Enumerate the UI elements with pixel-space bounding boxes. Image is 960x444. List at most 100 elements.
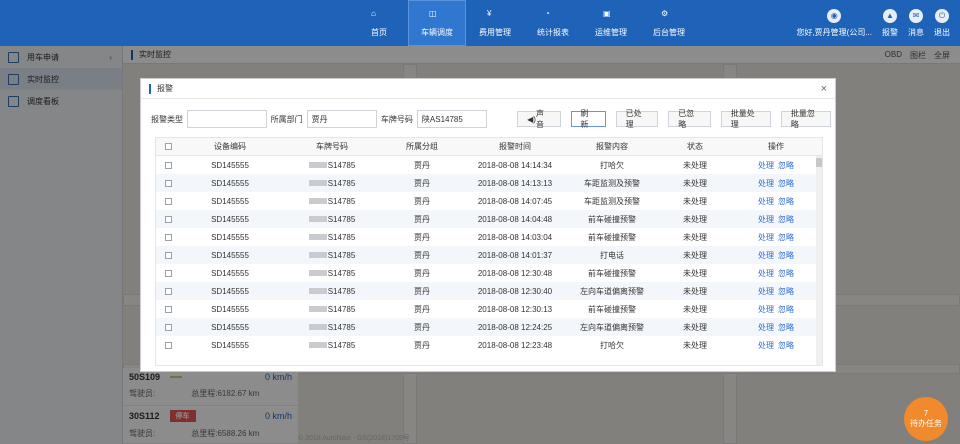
masked-plate [308, 234, 327, 241]
alarm-icon: ▲ [883, 8, 897, 23]
row-checkbox[interactable] [164, 233, 172, 241]
dialog-header: 报警 [141, 79, 835, 99]
row-checkbox[interactable] [164, 161, 172, 169]
nav-cost-management[interactable]: ¥ 费用管理 [466, 0, 524, 46]
ignore-link[interactable]: 忽略 [778, 197, 794, 206]
money-icon: ¥ [487, 8, 492, 18]
todo-badge[interactable]: 7 待办任务 [904, 397, 948, 441]
table-header: 设备编码 车牌号码 所属分组 报警时间 报警内容 状态 操作 [156, 138, 822, 156]
speaker-icon: ◀) [527, 114, 536, 124]
process-link[interactable]: 处理 [758, 233, 774, 242]
row-checkbox[interactable] [164, 323, 172, 331]
alarm-dialog: 报警 × 报警类型 所属部门 贾丹 车牌号码 陕AS14785 ◀) 声音 刷新 … [140, 78, 836, 372]
user-menu[interactable]: ◉ 您好,贾丹管理(公司... [796, 8, 872, 38]
exit-button[interactable]: ⏻ 退出 [934, 8, 950, 38]
processed-button[interactable]: 已处理 [615, 109, 659, 129]
masked-plate [308, 162, 327, 169]
process-link[interactable]: 处理 [758, 161, 774, 170]
chart-icon: ◔ [545, 8, 550, 18]
table-body: SD145555 S14785 贾丹 2018-08-08 14:14:34 打哈欠 未处… [156, 156, 822, 354]
table-row[interactable]: SD145555 S14785 贾丹 2018-08-08 12:24:25 左向车道偏… [156, 318, 822, 336]
ignore-link[interactable]: 忽略 [778, 341, 794, 350]
ignore-link[interactable]: 忽略 [778, 269, 794, 278]
process-link[interactable]: 处理 [758, 305, 774, 314]
table-row[interactable]: SD145555 S14785 贾丹 2018-08-08 12:30:13 前车碰撞预… [156, 300, 822, 318]
scrollbar-thumb[interactable] [816, 158, 822, 167]
batch-ignore-button[interactable]: 批量忽略 [780, 109, 832, 129]
row-checkbox[interactable] [164, 305, 172, 313]
row-checkbox[interactable] [164, 179, 172, 187]
dialog-accent [149, 83, 151, 94]
process-link[interactable]: 处理 [758, 197, 774, 206]
gear-icon: ⚙ [661, 8, 669, 18]
masked-plate [308, 198, 327, 205]
message-icon: ✉ [909, 8, 923, 23]
row-checkbox[interactable] [164, 269, 172, 277]
select-all-checkbox[interactable] [164, 143, 172, 150]
table-row[interactable]: SD145555 S14785 贾丹 2018-08-08 12:23:48 打哈欠 未处… [156, 336, 822, 354]
ignore-link[interactable]: 忽略 [778, 287, 794, 296]
alarm-type-input[interactable] [187, 110, 267, 128]
table-row[interactable]: SD145555 S14785 贾丹 2018-08-08 14:13:13 车距监测及… [156, 174, 822, 192]
exit-icon: ⏻ [935, 8, 949, 23]
nav-admin[interactable]: ⚙ 后台管理 [640, 0, 698, 46]
masked-plate [308, 252, 327, 259]
alarm-table: 设备编码 车牌号码 所属分组 报警时间 报警内容 状态 操作 SD145555 S… [155, 137, 823, 366]
sound-button[interactable]: ◀) 声音 [517, 109, 561, 129]
masked-plate [308, 306, 327, 313]
ignore-link[interactable]: 忽略 [778, 251, 794, 260]
table-row[interactable]: SD145555 S14785 贾丹 2018-08-08 14:14:34 打哈欠 未处… [156, 156, 822, 174]
row-checkbox[interactable] [164, 341, 172, 349]
home-icon: ⌂ [371, 8, 376, 18]
ignore-link[interactable]: 忽略 [778, 323, 794, 332]
nav-statistics[interactable]: ◔ 统计报表 [524, 0, 582, 46]
table-row[interactable]: SD145555 S14785 贾丹 2018-08-08 14:04:48 前车碰撞预… [156, 210, 822, 228]
table-row[interactable]: SD145555 S14785 贾丹 2018-08-08 12:30:48 前车碰撞预… [156, 264, 822, 282]
ignore-link[interactable]: 忽略 [778, 233, 794, 242]
map-copyright: © 2018 AutoNavi - GS(2018)1709号 [298, 435, 410, 442]
department-input[interactable]: 贾丹 [306, 110, 377, 128]
user-area: ◉ 您好,贾丹管理(公司... ▲ 报警 ✉ 消息 ⏻ 退出 [796, 0, 960, 46]
masked-plate [308, 324, 327, 331]
process-link[interactable]: 处理 [758, 323, 774, 332]
row-checkbox[interactable] [164, 287, 172, 295]
table-row[interactable]: SD145555 S14785 贾丹 2018-08-08 14:03:04 前车碰撞预… [156, 228, 822, 246]
ignore-link[interactable]: 忽略 [778, 179, 794, 188]
masked-plate [308, 342, 327, 349]
message-button[interactable]: ✉ 消息 [908, 8, 924, 38]
row-checkbox[interactable] [164, 197, 172, 205]
masked-plate [308, 288, 327, 295]
alarm-button[interactable]: ▲ 报警 [882, 8, 898, 38]
refresh-button[interactable]: 刷新 [570, 109, 606, 129]
process-link[interactable]: 处理 [758, 179, 774, 188]
layers-icon: ◫ [429, 8, 437, 18]
batch-process-button[interactable]: 批量处理 [720, 109, 771, 129]
monitor-icon: ▣ [603, 8, 611, 18]
ignore-link[interactable]: 忽略 [778, 215, 794, 224]
nav-vehicle-dispatch[interactable]: ◫ 车辆调度 [408, 0, 466, 46]
main-nav: ⌂ 首页 ◫ 车辆调度 ¥ 费用管理 ◔ 统计报表 ▣ 运维管理 ⚙ 后台管理 [350, 0, 698, 46]
process-link[interactable]: 处理 [758, 251, 774, 260]
ignore-link[interactable]: 忽略 [778, 161, 794, 170]
masked-plate [308, 180, 327, 187]
table-row[interactable]: SD145555 S14785 贾丹 2018-08-08 14:01:37 打电话 未处… [156, 246, 822, 264]
ignore-link[interactable]: 忽略 [778, 305, 794, 314]
process-link[interactable]: 处理 [758, 269, 774, 278]
plate-input[interactable]: 陕AS14785 [416, 110, 488, 128]
avatar-icon: ◉ [827, 8, 842, 23]
masked-plate [308, 270, 327, 277]
row-checkbox[interactable] [164, 215, 172, 223]
top-navigation-bar: ⌂ 首页 ◫ 车辆调度 ¥ 费用管理 ◔ 统计报表 ▣ 运维管理 ⚙ 后台管理 ◉ 您好,贾丹… [0, 0, 960, 46]
process-link[interactable]: 处理 [758, 215, 774, 224]
filter-bar: 报警类型 所属部门 贾丹 车牌号码 陕AS14785 ◀) 声音 刷新 已处理 已… [151, 109, 832, 129]
nav-home[interactable]: ⌂ 首页 [350, 0, 408, 46]
table-row[interactable]: SD145555 S14785 贾丹 2018-08-08 12:30:40 左向车道偏… [156, 282, 822, 300]
close-icon[interactable]: × [821, 83, 827, 95]
table-row[interactable]: SD145555 S14785 贾丹 2018-08-08 14:07:45 车距监测及… [156, 192, 822, 210]
row-checkbox[interactable] [164, 251, 172, 259]
scrollbar[interactable] [816, 156, 822, 365]
ignored-button[interactable]: 已忽略 [668, 109, 711, 129]
process-link[interactable]: 处理 [758, 341, 774, 350]
process-link[interactable]: 处理 [758, 287, 774, 296]
nav-operations[interactable]: ▣ 运维管理 [582, 0, 640, 46]
